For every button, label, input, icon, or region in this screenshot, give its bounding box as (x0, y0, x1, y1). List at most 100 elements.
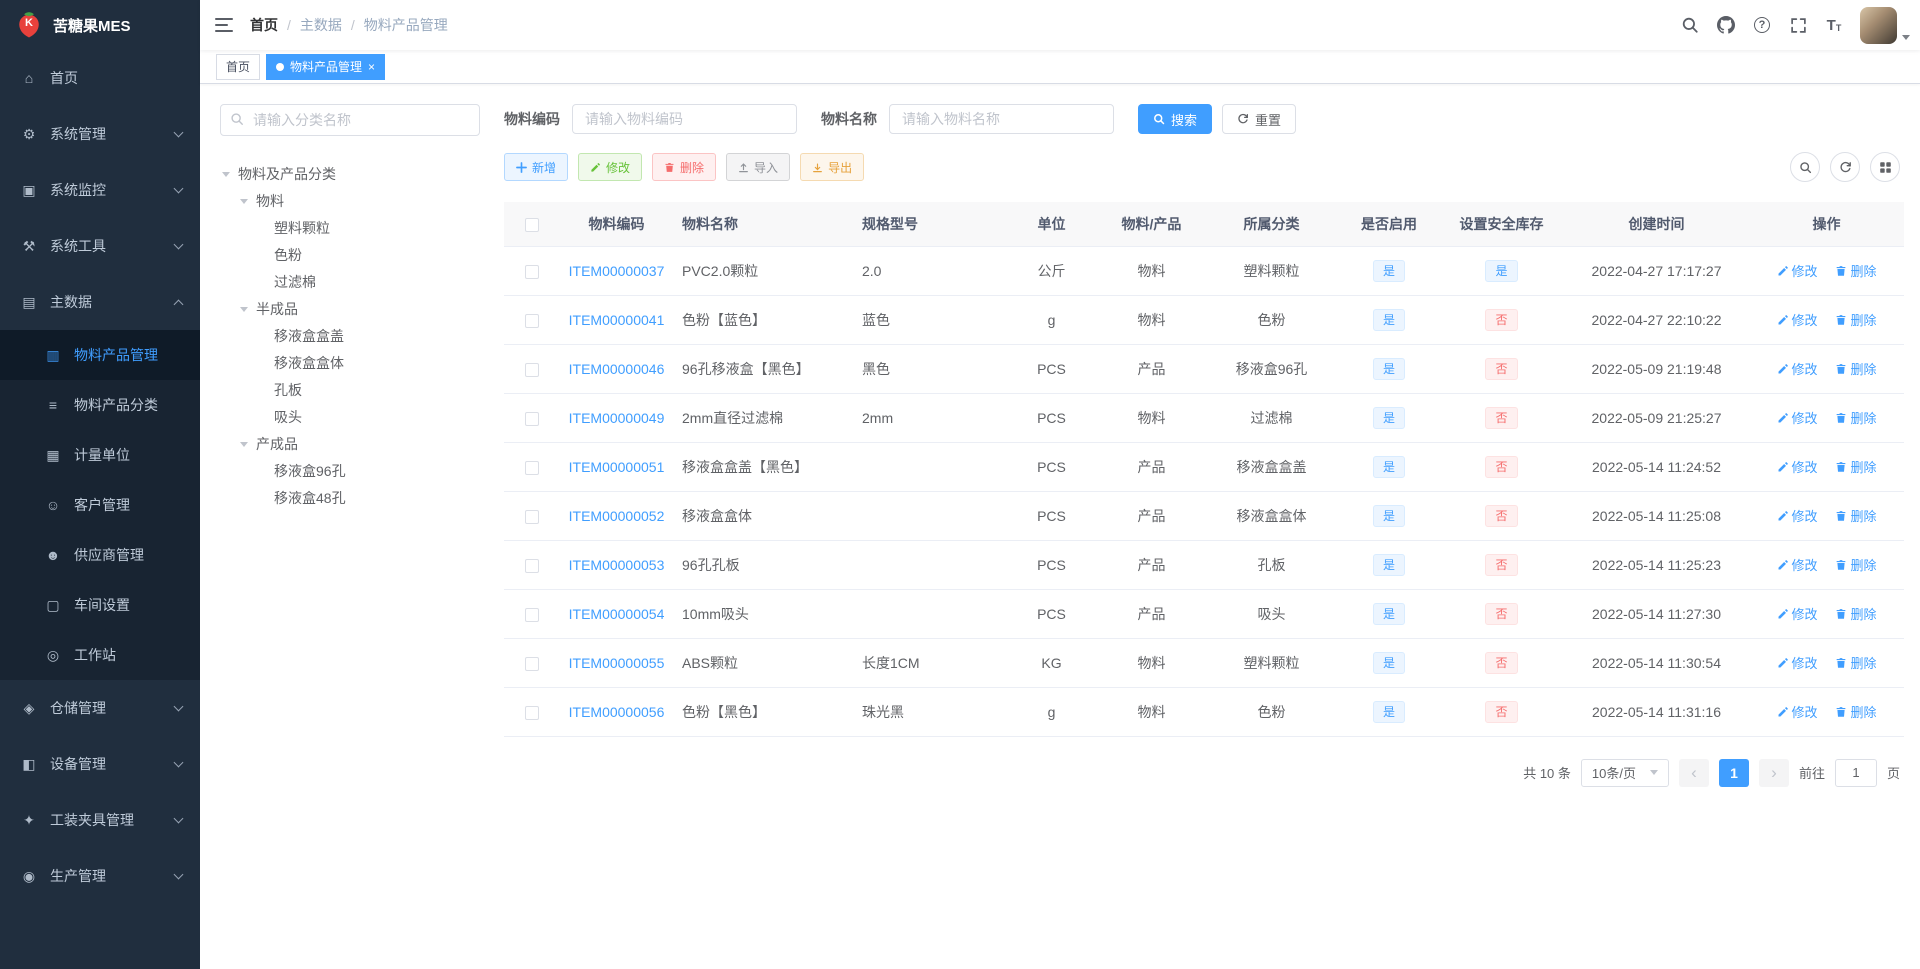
delete-link[interactable]: 删除 (1835, 457, 1876, 476)
material-code-link[interactable]: ITEM00000053 (569, 557, 665, 573)
delete-link[interactable]: 删除 (1835, 408, 1876, 427)
material-name-input[interactable] (889, 104, 1114, 134)
tree-caret-icon[interactable] (238, 194, 256, 208)
tree-node[interactable]: 过滤棉 (220, 268, 480, 295)
page-size-select[interactable]: 10条/页 (1580, 758, 1669, 787)
sidebar-item[interactable]: 车间设置 (0, 580, 200, 630)
delete-link[interactable]: 删除 (1835, 555, 1876, 574)
close-tab-icon[interactable] (368, 61, 375, 73)
add-button[interactable]: 新增 (504, 153, 569, 181)
edit-link[interactable]: 修改 (1777, 261, 1818, 280)
tree-node[interactable]: 物料及产品分类 (220, 160, 480, 187)
edit-link[interactable]: 修改 (1777, 653, 1818, 672)
hamburger-icon[interactable] (200, 0, 250, 50)
delete-link[interactable]: 删除 (1835, 359, 1876, 378)
tab-material-product[interactable]: 物料产品管理 (266, 53, 386, 80)
row-checkbox[interactable] (524, 558, 539, 573)
sidebar-item[interactable]: 主数据 (0, 274, 200, 330)
row-checkbox[interactable] (524, 313, 539, 328)
refresh-button[interactable] (1830, 152, 1860, 182)
material-code-link[interactable]: ITEM00000041 (569, 312, 665, 328)
delete-link[interactable]: 删除 (1835, 506, 1876, 525)
sidebar-item[interactable]: 系统工具 (0, 218, 200, 274)
search-icon[interactable] (1672, 0, 1708, 50)
edit-link[interactable]: 修改 (1777, 457, 1818, 476)
sidebar-item[interactable]: 计量单位 (0, 430, 200, 480)
github-icon[interactable] (1708, 0, 1744, 50)
material-code-link[interactable]: ITEM00000054 (569, 606, 665, 622)
avatar[interactable] (1860, 7, 1897, 44)
delete-link[interactable]: 删除 (1835, 261, 1876, 280)
edit-link[interactable]: 修改 (1777, 506, 1818, 525)
tree-node[interactable]: 半成品 (220, 295, 480, 322)
help-icon[interactable] (1744, 0, 1780, 50)
columns-toggle-button[interactable] (1870, 152, 1900, 182)
sidebar-item[interactable]: 供应商管理 (0, 530, 200, 580)
delete-link[interactable]: 删除 (1835, 310, 1876, 329)
row-checkbox[interactable] (524, 607, 539, 622)
tree-node[interactable]: 色粉 (220, 241, 480, 268)
material-code-link[interactable]: ITEM00000037 (569, 263, 665, 279)
delete-button[interactable]: 删除 (652, 153, 717, 181)
delete-link[interactable]: 删除 (1835, 653, 1876, 672)
sidebar-item[interactable]: 仓储管理 (0, 680, 200, 736)
user-menu[interactable] (1860, 0, 1910, 50)
font-size-icon[interactable] (1816, 0, 1852, 50)
edit-link[interactable]: 修改 (1777, 408, 1818, 427)
sidebar-item[interactable]: 客户管理 (0, 480, 200, 530)
edit-link[interactable]: 修改 (1777, 555, 1818, 574)
material-code-link[interactable]: ITEM00000049 (569, 410, 665, 426)
next-page-button[interactable] (1758, 758, 1789, 787)
tree-node[interactable]: 移液盒盒盖 (220, 322, 480, 349)
row-checkbox[interactable] (524, 705, 539, 720)
tab-home[interactable]: 首页 (216, 53, 261, 80)
material-code-link[interactable]: ITEM00000055 (569, 655, 665, 671)
toggle-search-button[interactable] (1790, 152, 1820, 182)
prev-page-button[interactable] (1678, 758, 1709, 787)
breadcrumb-item[interactable]: 主数据 (300, 15, 364, 35)
tree-caret-icon[interactable] (238, 437, 256, 451)
tree-node[interactable]: 产成品 (220, 430, 480, 457)
row-checkbox[interactable] (524, 411, 539, 426)
breadcrumb-item[interactable]: 物料产品管理 (364, 15, 448, 35)
row-checkbox[interactable] (524, 460, 539, 475)
sidebar-item[interactable]: 首页 (0, 50, 200, 106)
edit-link[interactable]: 修改 (1777, 604, 1818, 623)
sidebar-item[interactable]: 物料产品分类 (0, 380, 200, 430)
material-code-link[interactable]: ITEM00000046 (569, 361, 665, 377)
breadcrumb-item[interactable]: 首页 (250, 15, 300, 35)
select-all-checkbox[interactable] (524, 217, 539, 232)
tree-node[interactable]: 移液盒48孔 (220, 484, 480, 511)
sidebar-item[interactable]: 物料产品管理 (0, 330, 200, 380)
sidebar-item[interactable]: 生产管理 (0, 848, 200, 904)
tree-caret-icon[interactable] (238, 302, 256, 316)
fullscreen-icon[interactable] (1780, 0, 1816, 50)
tree-caret-icon[interactable] (220, 167, 238, 181)
tree-node[interactable]: 吸头 (220, 403, 480, 430)
tree-node[interactable]: 塑料颗粒 (220, 214, 480, 241)
export-button[interactable]: 导出 (800, 153, 865, 181)
search-button[interactable]: 搜索 (1138, 104, 1213, 134)
sidebar-item[interactable]: 工作站 (0, 630, 200, 680)
sidebar-item[interactable]: 设备管理 (0, 736, 200, 792)
material-code-link[interactable]: ITEM00000051 (569, 459, 665, 475)
sidebar-item[interactable]: 系统监控 (0, 162, 200, 218)
tree-node[interactable]: 孔板 (220, 376, 480, 403)
category-search-input[interactable] (220, 104, 480, 136)
edit-link[interactable]: 修改 (1777, 310, 1818, 329)
tree-node[interactable]: 移液盒盒体 (220, 349, 480, 376)
delete-link[interactable]: 删除 (1835, 702, 1876, 721)
current-page-button[interactable]: 1 (1718, 758, 1749, 787)
tree-node[interactable]: 移液盒96孔 (220, 457, 480, 484)
edit-link[interactable]: 修改 (1777, 702, 1818, 721)
row-checkbox[interactable] (524, 362, 539, 377)
row-checkbox[interactable] (524, 656, 539, 671)
import-button[interactable]: 导入 (726, 153, 791, 181)
reset-button[interactable]: 重置 (1222, 104, 1297, 134)
material-code-link[interactable]: ITEM00000052 (569, 508, 665, 524)
material-code-input[interactable] (572, 104, 797, 134)
edit-button[interactable]: 修改 (578, 153, 643, 181)
goto-page-input[interactable] (1834, 758, 1877, 787)
app-logo[interactable]: K 苦糖果MES (0, 0, 200, 50)
edit-link[interactable]: 修改 (1777, 359, 1818, 378)
